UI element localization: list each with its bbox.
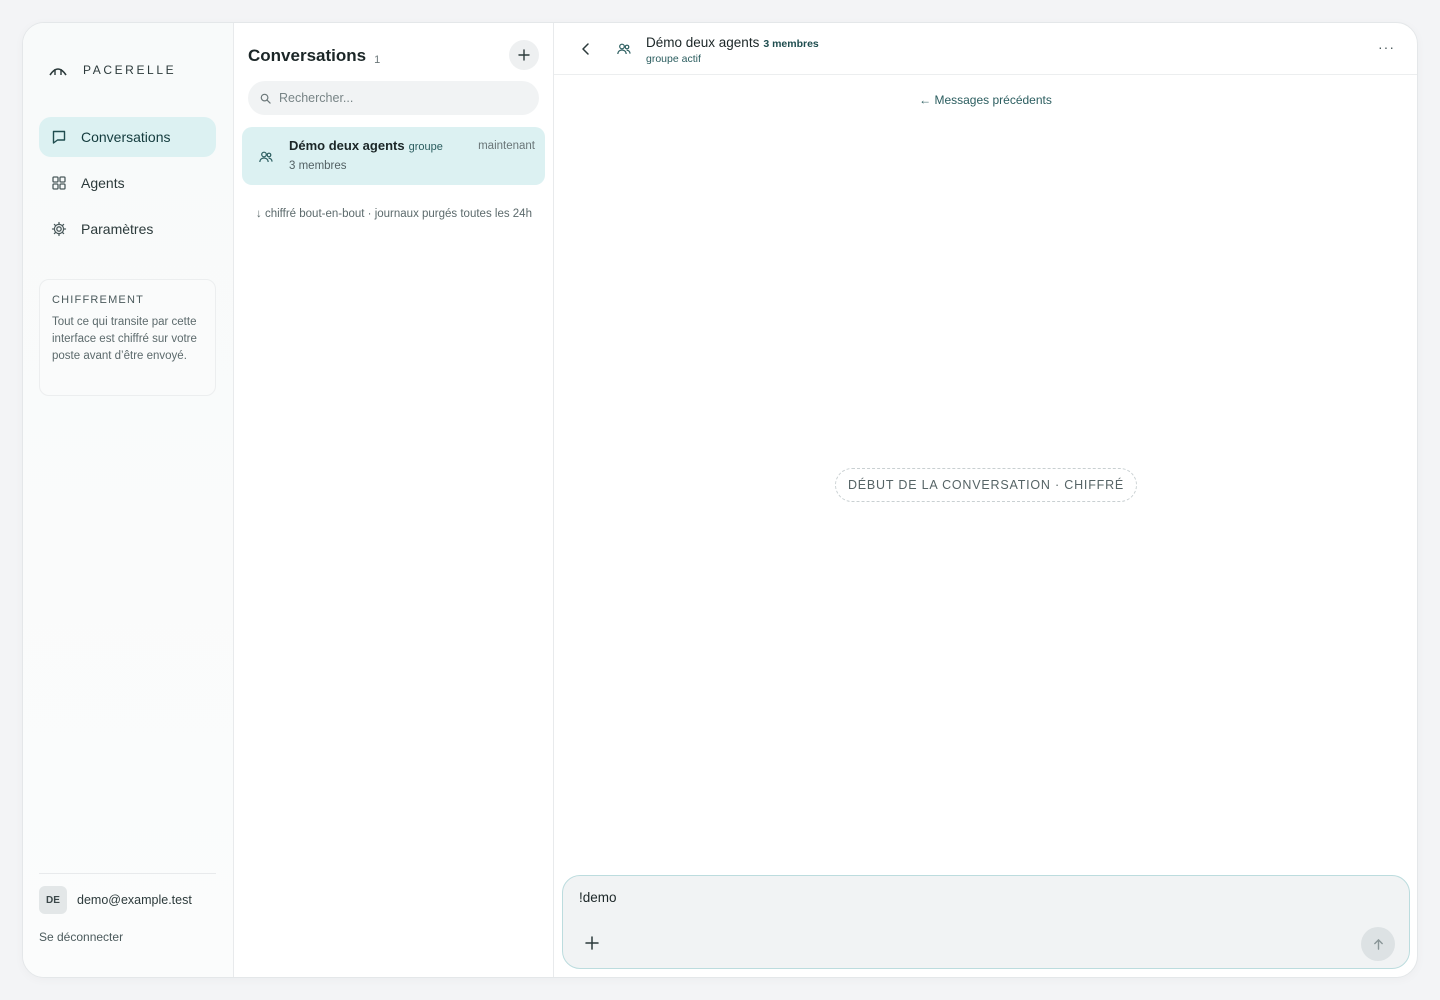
conversation-members: 3 membres	[289, 160, 347, 172]
sidebar-item-conversations[interactable]: Conversations	[39, 117, 216, 157]
sidebar-nav: Conversations Agents Paramètres	[39, 117, 216, 255]
search-bar	[248, 81, 539, 115]
group-icon	[617, 43, 631, 55]
search-input[interactable]	[279, 91, 519, 105]
avatar: DE	[39, 886, 67, 914]
plus-icon	[518, 49, 530, 61]
chat-status: groupe actif	[646, 53, 701, 65]
conversation-time: maintenant	[478, 140, 535, 152]
plus-icon[interactable]	[583, 934, 601, 952]
chat-panel: Démo deux agents 3 membres groupe actif ·…	[554, 23, 1417, 977]
arrow-up-icon	[1373, 938, 1383, 950]
brand-name: PACERELLE	[83, 63, 177, 77]
chat-bubble-icon	[51, 129, 67, 145]
conversation-list-header: Conversations 1	[248, 40, 539, 72]
conversation-list-panel: Conversations 1 Démo deux agentsgroupe 3…	[234, 23, 554, 977]
group-icon	[259, 151, 273, 163]
more-options-button[interactable]: ···	[1378, 39, 1395, 55]
conversation-start-label: DÉBUT DE LA CONVERSATION · CHIFFRÉ	[835, 468, 1137, 502]
encryption-title: CHIFFREMENT	[52, 294, 145, 306]
search-icon	[260, 93, 271, 104]
sidebar-item-label: Paramètres	[81, 221, 154, 237]
previous-messages-link[interactable]: ← Messages précédents	[554, 93, 1417, 107]
conversation-count: 1	[374, 54, 381, 66]
chat-header: Démo deux agents 3 membres groupe actif ·…	[554, 23, 1417, 75]
app-window: PACERELLE Conversations Agents Paramètre…	[22, 22, 1418, 978]
bridge-logo-icon	[49, 68, 67, 76]
sidebar-item-parametres[interactable]: Paramètres	[39, 209, 216, 249]
encryption-text: Tout ce qui transite par cette interface…	[52, 316, 197, 362]
send-button[interactable]	[1361, 927, 1395, 961]
sidebar-item-label: Conversations	[81, 129, 171, 145]
user-email: demo@example.test	[77, 893, 192, 907]
conversation-title: Démo deux agents	[289, 138, 405, 153]
logout-link[interactable]: Se déconnecter	[39, 930, 123, 944]
conversation-tag: groupe	[408, 141, 443, 153]
chat-title: Démo deux agents 3 membres	[646, 35, 819, 50]
conversation-item[interactable]: Démo deux agents groupe 3 membres mainten…	[242, 127, 545, 185]
sidebar-item-agents[interactable]: Agents	[39, 163, 216, 203]
page-title: Conversations	[248, 46, 367, 65]
encryption-note: ↓ chiffré bout-en-bout · journaux purgés…	[256, 208, 532, 220]
user-row: DE demo@example.test	[39, 886, 216, 914]
chat-members: 3 membres	[763, 38, 819, 50]
message-input[interactable]	[579, 890, 1379, 905]
grid-icon	[51, 175, 67, 191]
chevron-left-icon[interactable]	[578, 41, 594, 57]
new-conversation-button[interactable]	[509, 40, 539, 70]
gear-icon	[51, 221, 67, 237]
encryption-card: CHIFFREMENT Tout ce qui transite par cet…	[39, 279, 216, 396]
chat-title-text: Démo deux agents	[646, 35, 760, 50]
sidebar-footer: DE demo@example.test Se déconnecter	[39, 873, 216, 977]
sidebar-item-label: Agents	[81, 175, 125, 191]
conversation-name: Démo deux agents groupe	[289, 138, 443, 153]
sidebar: PACERELLE Conversations Agents Paramètre…	[23, 23, 234, 977]
brand: PACERELLE	[49, 63, 176, 77]
message-composer	[562, 875, 1410, 969]
